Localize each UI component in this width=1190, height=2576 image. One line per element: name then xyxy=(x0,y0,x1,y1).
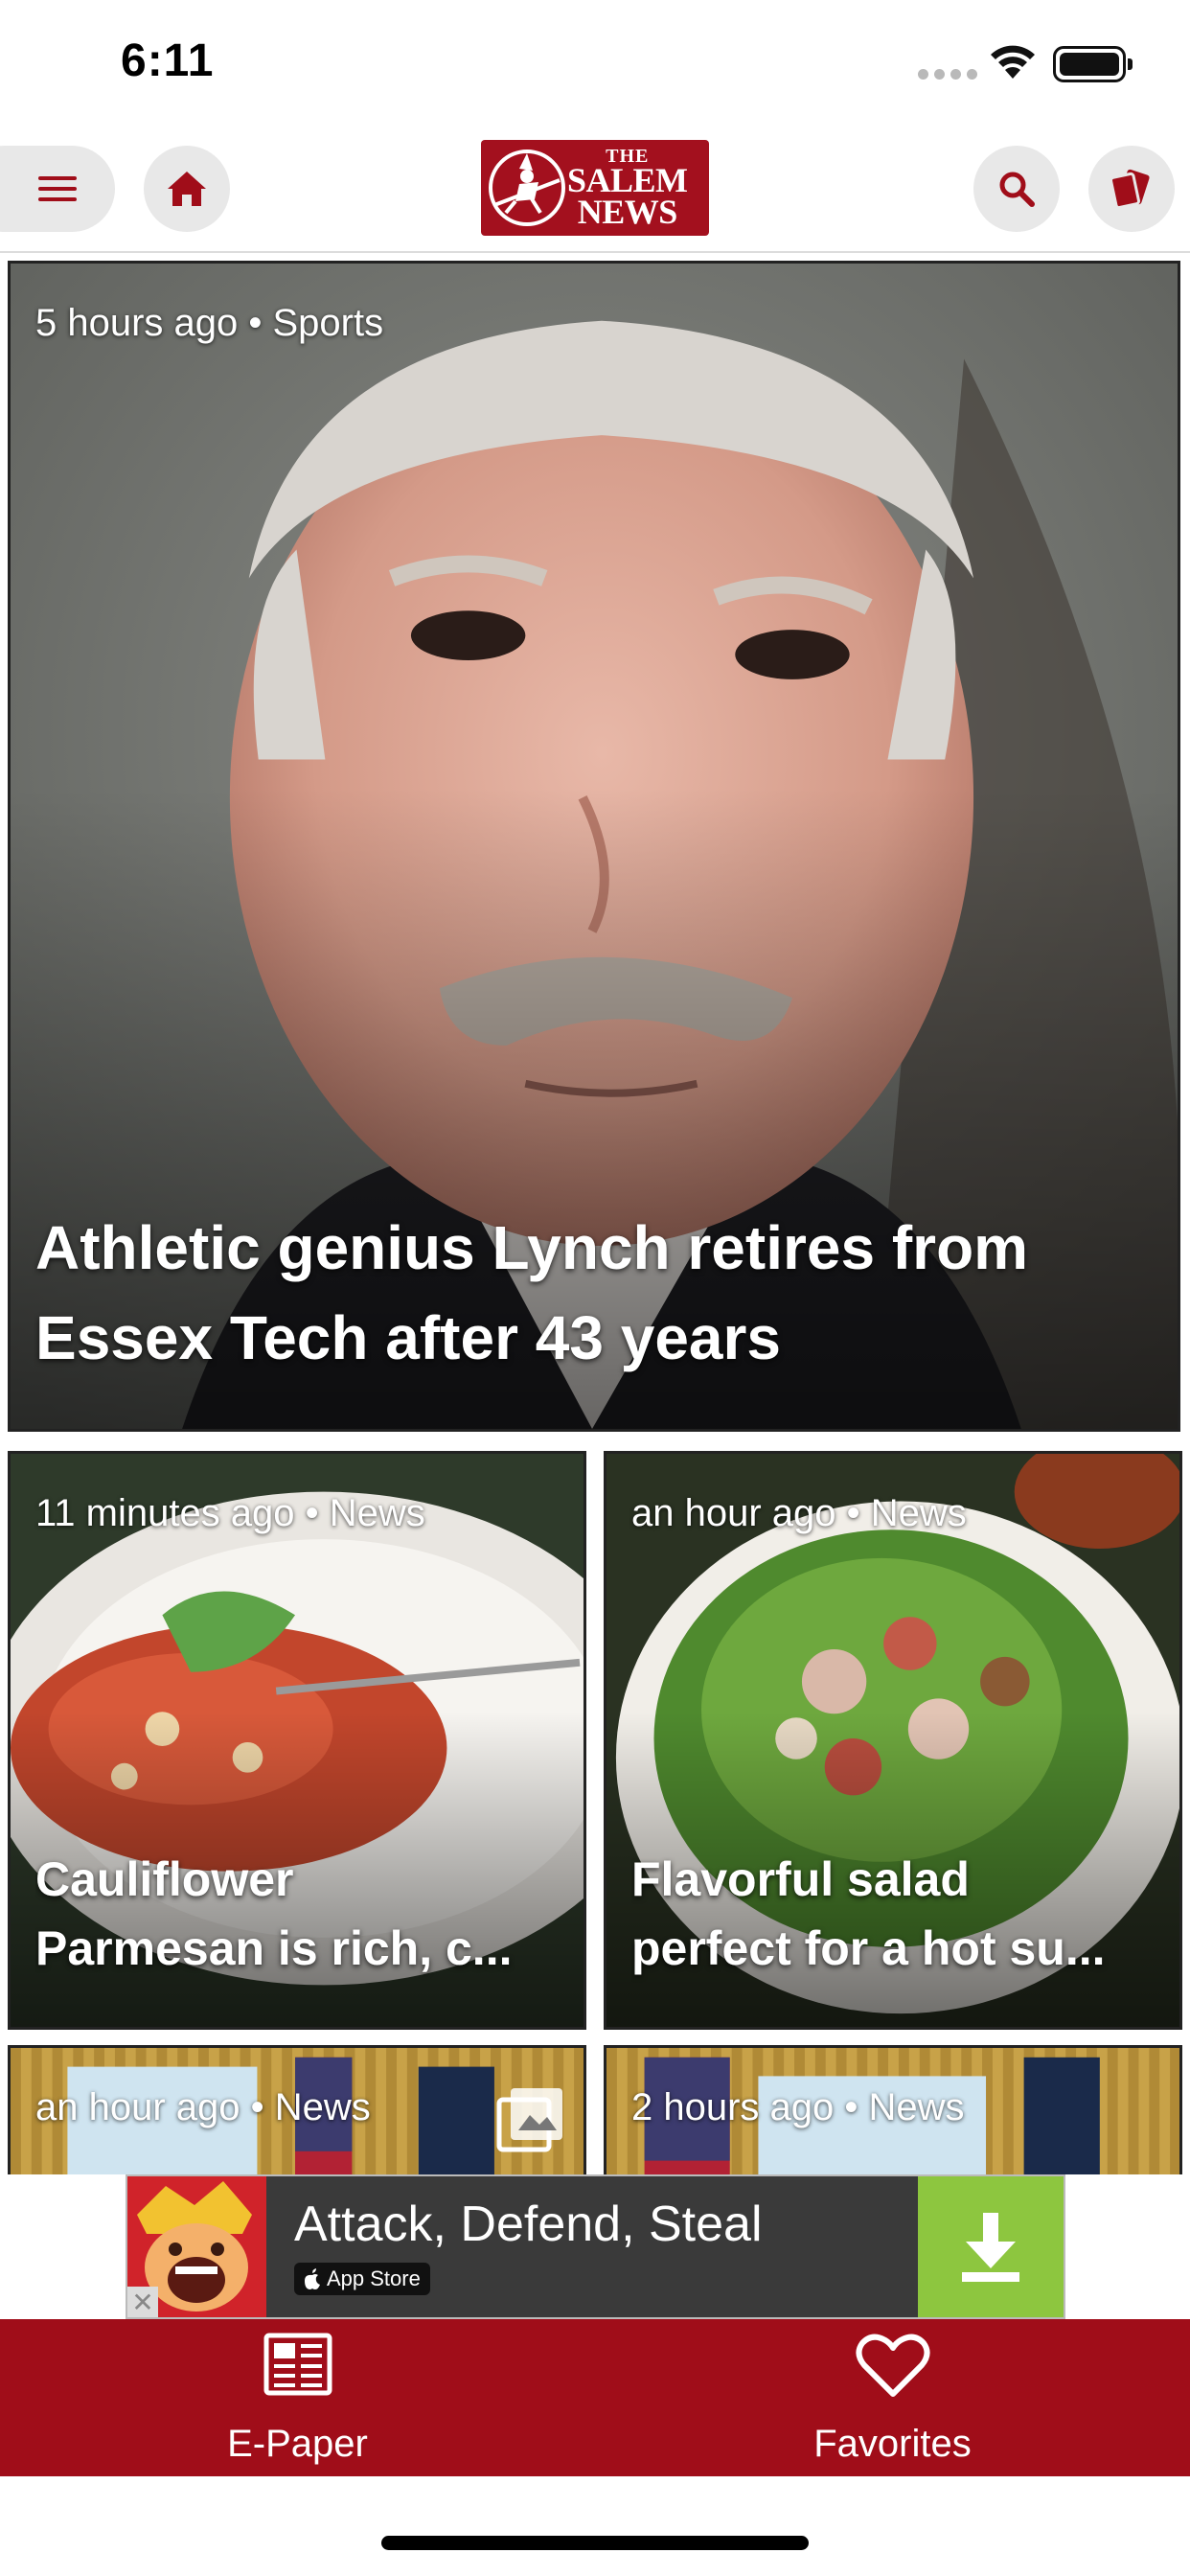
tab-favorites[interactable]: Favorites xyxy=(595,2319,1190,2476)
menu-button[interactable] xyxy=(0,146,115,232)
heart-icon xyxy=(856,2334,929,2397)
story-card[interactable]: 11 minutes ago • News Cauliflower Parmes… xyxy=(8,1451,586,2030)
ad-banner[interactable]: Attack, Defend, Steal App Store ✕ xyxy=(126,2174,1065,2319)
story-card[interactable]: an hour ago • News xyxy=(8,2045,586,2174)
hero-story-card[interactable]: 5 hours ago • Sports Athletic genius Lyn… xyxy=(8,261,1180,1432)
story-meta: 2 hours ago • News xyxy=(631,2086,965,2128)
wifi-icon xyxy=(991,45,1035,79)
status-bar: 6:11 xyxy=(0,0,1190,125)
story-meta: an hour ago • News xyxy=(35,2086,371,2128)
hero-story-title: Athletic genius Lynch retires from Essex… xyxy=(35,1213,1029,1372)
newspaper-icon xyxy=(263,2333,332,2396)
search-button[interactable] xyxy=(973,146,1060,232)
app-store-badge: App Store xyxy=(294,2263,430,2295)
logo-news: NEWS xyxy=(577,193,678,232)
home-indicator[interactable] xyxy=(381,2536,809,2550)
tab-epaper[interactable]: E-Paper xyxy=(0,2319,595,2476)
tab-favorites-label: Favorites xyxy=(813,2423,972,2465)
story-title-line2: Parmesan is rich, c... xyxy=(35,1921,513,1975)
witch-logo-icon xyxy=(489,150,565,226)
story-title: Cauliflower Parmesan is rich, c... xyxy=(35,1845,559,1983)
status-time: 6:11 xyxy=(121,35,215,86)
photo-gallery-icon xyxy=(496,2088,562,2152)
story-title-line1: Flavorful salad xyxy=(631,1852,970,1906)
news-feed[interactable]: 5 hours ago • Sports Athletic genius Lyn… xyxy=(0,253,1190,2174)
story-card[interactable]: 2 hours ago • News xyxy=(604,2045,1182,2174)
search-icon xyxy=(999,172,1035,207)
story-meta: an hour ago • News xyxy=(631,1492,967,1534)
app-store-label: App Store xyxy=(327,2266,421,2290)
tab-epaper-label: E-Paper xyxy=(227,2423,368,2465)
story-title-line2: perfect for a hot su... xyxy=(631,1921,1106,1975)
cellular-signal-icon xyxy=(918,69,977,80)
download-icon xyxy=(962,2212,1019,2282)
top-nav-bar: THE SALEM NEWS xyxy=(0,125,1190,253)
home-button[interactable] xyxy=(144,146,230,232)
hamburger-icon xyxy=(38,176,77,201)
ad-download-button[interactable] xyxy=(918,2176,1064,2317)
story-title-line1: Cauliflower xyxy=(35,1852,294,1906)
cards-button[interactable] xyxy=(1088,146,1175,232)
story-card[interactable]: an hour ago • News Flavorful salad perfe… xyxy=(604,1451,1182,2030)
story-meta: 11 minutes ago • News xyxy=(35,1492,425,1534)
cards-icon xyxy=(1110,169,1150,210)
story-title: Flavorful salad perfect for a hot su... xyxy=(631,1845,1155,1983)
home-icon xyxy=(168,172,206,206)
ad-title: Attack, Defend, Steal xyxy=(294,2196,763,2252)
hero-story-meta: 5 hours ago • Sports xyxy=(35,302,384,344)
ad-close-button[interactable]: ✕ xyxy=(127,2287,158,2317)
salem-news-logo[interactable]: THE SALEM NEWS xyxy=(481,140,709,236)
bottom-tab-bar: E-Paper Favorites xyxy=(0,2319,1190,2476)
battery-icon xyxy=(1053,46,1133,82)
apple-icon xyxy=(305,2268,320,2289)
